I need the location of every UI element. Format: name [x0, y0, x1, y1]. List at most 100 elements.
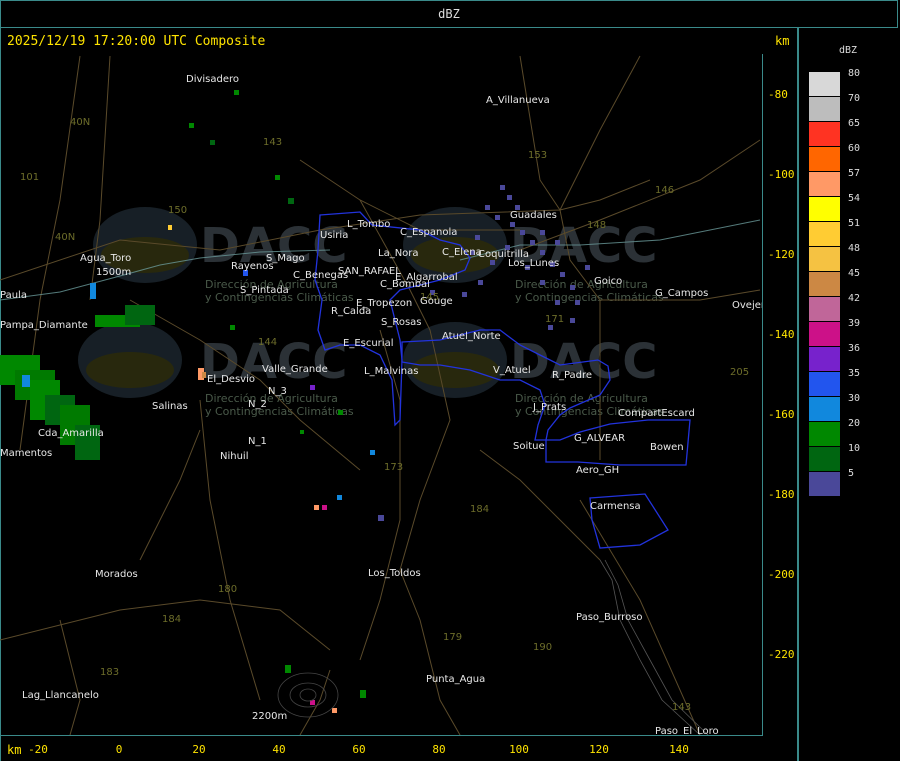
svg-text:Goico: Goico: [594, 276, 622, 287]
watermark-text: DACC: [200, 218, 347, 274]
svg-text:Cda_Amarilla: Cda_Amarilla: [38, 428, 104, 439]
x-tick-label: 60: [352, 743, 366, 756]
gray-lines: [599, 559, 709, 736]
svg-text:Usiria: Usiria: [320, 230, 348, 241]
svg-text:G_ALVEAR: G_ALVEAR: [574, 433, 625, 444]
svg-text:179: 179: [443, 632, 462, 643]
svg-text:Carmensa: Carmensa: [590, 501, 641, 512]
svg-text:144: 144: [258, 337, 277, 348]
legend-label: 80: [848, 68, 861, 79]
svg-text:40N: 40N: [70, 117, 90, 128]
svg-text:A_Villanueva: A_Villanueva: [486, 95, 550, 106]
svg-text:N_3: N_3: [268, 386, 287, 397]
svg-text:Rayenos: Rayenos: [231, 261, 274, 272]
svg-text:Soitue: Soitue: [513, 441, 545, 452]
elevation-label: 2200m: [252, 711, 287, 722]
svg-text:Mamentos: Mamentos: [0, 448, 52, 459]
svg-text:SAN_RAFAEL: SAN_RAFAEL: [338, 266, 401, 277]
legend-swatch: [809, 472, 840, 496]
legend-swatch: [809, 247, 840, 271]
svg-text:L_Malvinas: L_Malvinas: [364, 366, 418, 377]
legend-swatch: [809, 297, 840, 321]
svg-text:Morados: Morados: [95, 569, 138, 580]
x-tick-label: 20: [192, 743, 206, 756]
title-bar: dBZ: [0, 0, 898, 28]
svg-text:184: 184: [162, 614, 181, 625]
map-frame-right: [762, 54, 763, 736]
svg-text:R_Padre: R_Padre: [552, 370, 592, 381]
watermark-subtext: Dirección de Agricultura: [515, 278, 648, 291]
legend-swatch: [809, 397, 840, 421]
svg-text:180: 180: [218, 584, 237, 595]
y-tick-label: -140: [768, 328, 795, 341]
legend-label: 45: [848, 268, 861, 279]
watermark-subtext: y Contingencias Climáticas: [205, 405, 354, 418]
svg-text:C_Bombal: C_Bombal: [380, 279, 430, 290]
radar-map[interactable]: DACC DACC DACC DACC Dirección de Agricul…: [0, 54, 763, 736]
legend-label: 48: [848, 243, 861, 254]
legend-label: 42: [848, 293, 861, 304]
svg-text:S_Pintada: S_Pintada: [240, 285, 289, 296]
svg-text:146: 146: [655, 185, 674, 196]
unit-label-bottom: km: [7, 743, 22, 757]
svg-text:R_Calda: R_Calda: [331, 306, 371, 317]
legend-swatch: [809, 272, 840, 296]
y-tick-label: -160: [768, 408, 795, 421]
svg-text:190: 190: [533, 642, 552, 653]
svg-text:Salinas: Salinas: [152, 401, 188, 412]
svg-text:Ovejeria: Ovejeria: [732, 300, 763, 311]
legend-swatch: [809, 97, 840, 121]
legend-label: 36: [848, 343, 861, 354]
volcano-contours: [277, 672, 339, 718]
svg-text:Nihuil: Nihuil: [220, 451, 249, 462]
svg-text:C_Elena: C_Elena: [442, 247, 482, 258]
x-tick-label: 140: [669, 743, 689, 756]
svg-text:148: 148: [587, 220, 606, 231]
y-tick-label: -180: [768, 488, 795, 501]
legend-swatch: [809, 147, 840, 171]
svg-text:Lag_Llancanelo: Lag_Llancanelo: [22, 690, 99, 701]
x-tick-label: 40: [272, 743, 286, 756]
y-tick-label: -200: [768, 568, 795, 581]
svg-text:153: 153: [528, 150, 547, 161]
svg-text:173: 173: [384, 462, 403, 473]
legend-label: 35: [848, 368, 861, 379]
legend-label: 5: [848, 468, 855, 479]
svg-text:Divisadero: Divisadero: [186, 74, 239, 85]
svg-text:El_Desvio: El_Desvio: [207, 374, 255, 385]
svg-text:205: 205: [730, 367, 749, 378]
x-tick-label: 100: [509, 743, 529, 756]
legend-swatch: [809, 122, 840, 146]
y-tick-label: -120: [768, 248, 795, 261]
legend-swatch: [809, 72, 840, 96]
x-tick-label: -20: [28, 743, 48, 756]
svg-text:Gouge: Gouge: [420, 296, 453, 307]
legend-swatch: [809, 172, 840, 196]
color-legend: [809, 72, 841, 497]
y-tick-label: -220: [768, 648, 795, 661]
elevation-label: 1500m: [96, 267, 131, 278]
legend-swatch: [809, 447, 840, 471]
map-frame-bottom: [0, 735, 763, 736]
svg-text:La_Nora: La_Nora: [378, 248, 419, 259]
svg-text:101: 101: [20, 172, 39, 183]
svg-text:G_Campos: G_Campos: [655, 288, 708, 299]
legend-label: 70: [848, 93, 861, 104]
svg-text:184: 184: [470, 504, 489, 515]
svg-text:V_Atuel: V_Atuel: [493, 365, 531, 376]
svg-text:C_Espanola: C_Espanola: [400, 227, 457, 238]
legend-label: 65: [848, 118, 861, 129]
svg-text:Aero_GH: Aero_GH: [576, 465, 619, 476]
window-title: dBZ: [438, 7, 460, 21]
legend-label: 20: [848, 418, 861, 429]
svg-text:143: 143: [263, 137, 282, 148]
legend-swatch: [809, 372, 840, 396]
svg-text:L_Tombo: L_Tombo: [347, 219, 390, 230]
legend-title: dBZ: [839, 45, 858, 56]
svg-text:Agua_Toro: Agua_Toro: [80, 253, 131, 264]
legend-swatch: [809, 322, 840, 346]
legend-swatch: [809, 347, 840, 371]
svg-text:Los_Toldos: Los_Toldos: [368, 568, 421, 579]
x-tick-label: 0: [115, 743, 123, 756]
svg-text:Los_Lunes: Los_Lunes: [508, 258, 559, 269]
